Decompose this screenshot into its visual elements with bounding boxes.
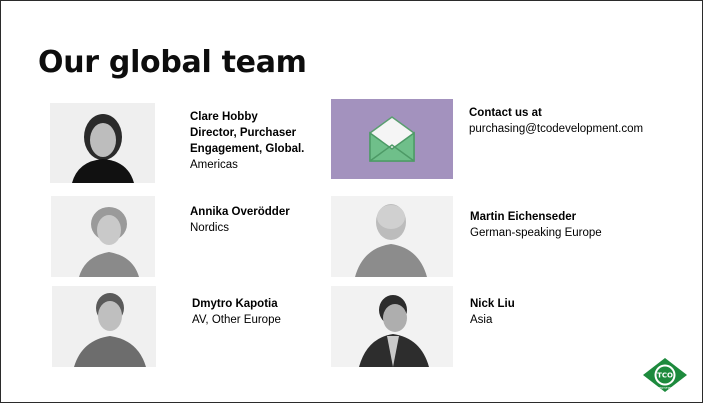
team-photo-annika-overodder (51, 196, 155, 277)
team-photo-clare-hobby (50, 103, 155, 183)
tco-certified-logo: TCO CERTIFIED (643, 358, 687, 392)
contact-info: Contact us at purchasing@tcodevelopment.… (469, 105, 643, 137)
team-member-dmytro-kapotia: Dmytro Kapotia AV, Other Europe (192, 296, 281, 328)
team-photo-dmytro-kapotia (52, 286, 156, 367)
contact-box (331, 99, 453, 179)
member-region: Nordics (190, 222, 229, 234)
logo-subtext: CERTIFIED (657, 386, 673, 390)
contact-label: Contact us at (469, 107, 542, 119)
member-region: Americas (190, 159, 238, 171)
contact-email[interactable]: purchasing@tcodevelopment.com (469, 121, 643, 137)
logo-text: TCO (657, 372, 673, 380)
slide: Our global team Clare Hobby Director, Pu… (0, 0, 703, 403)
member-region: AV, Other Europe (192, 314, 281, 326)
member-region: German-speaking Europe (470, 227, 602, 239)
team-member-martin-eichenseder: Martin Eichenseder German-speaking Europ… (470, 209, 602, 241)
member-name: Nick Liu (470, 298, 515, 310)
member-role: Director, Purchaser (190, 127, 297, 139)
team-member-annika-overodder: Annika Overödder Nordics (190, 204, 290, 236)
member-name: Clare Hobby (190, 111, 258, 123)
team-photo-nick-liu (331, 286, 453, 367)
team-member-clare-hobby: Clare Hobby Director, Purchaser Engageme… (190, 109, 304, 173)
team-photo-martin-eichenseder (331, 196, 453, 277)
member-name: Dmytro Kapotia (192, 298, 278, 310)
member-name: Annika Overödder (190, 206, 290, 218)
envelope-icon (369, 116, 415, 162)
member-name: Martin Eichenseder (470, 211, 577, 223)
member-region: Asia (470, 314, 493, 326)
member-role: Engagement, Global. (190, 143, 305, 155)
slide-title: Our global team (38, 45, 307, 80)
team-member-nick-liu: Nick Liu Asia (470, 296, 515, 328)
